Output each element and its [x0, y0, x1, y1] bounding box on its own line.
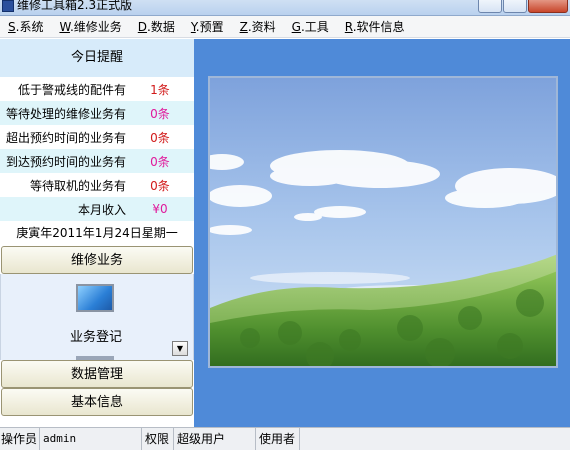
window-buttons — [478, 0, 568, 13]
menu-preset[interactable]: Y.预置 — [183, 16, 232, 38]
menu-system[interactable]: S.系统 — [0, 16, 51, 38]
next-item-icon — [76, 356, 114, 360]
menu-data[interactable]: D.数据 — [130, 16, 183, 38]
menu-tools-key: G — [291, 19, 301, 34]
reminder-row-due: 到达预约时间的业务有 0条 — [0, 149, 194, 173]
menu-software-label: .软件信息 — [352, 19, 405, 34]
maximize-button[interactable] — [503, 0, 527, 13]
reminder-row-overdue: 超出预约时间的业务有 0条 — [0, 125, 194, 149]
reminder-value[interactable]: 0条 — [130, 153, 190, 170]
reminder-label: 本月收入 — [77, 202, 126, 217]
reminder-label: 等待处理的维修业务有 — [5, 106, 126, 121]
permission-label: 权限 — [142, 427, 174, 450]
close-button[interactable] — [528, 0, 568, 13]
menu-repair-label: .维修业务 — [69, 19, 122, 34]
menu-tools-label: .工具 — [300, 19, 329, 34]
repair-business-group-button[interactable]: 维修业务 — [1, 246, 193, 274]
repair-business-group-area: 业务登记 ▼ — [0, 274, 194, 360]
app-icon — [2, 0, 14, 12]
menu-data-key: D — [137, 19, 148, 34]
operator-value: admin — [40, 427, 142, 450]
reminder-value[interactable]: 1条 — [130, 81, 190, 98]
operator-label: 操作员 — [0, 427, 40, 450]
reminder-value[interactable]: 0条 — [130, 129, 190, 146]
window-title: 维修工具箱2.3正式版 — [17, 0, 133, 12]
menu-data-label: .数据 — [147, 19, 175, 34]
reminder-label: 低于警戒线的配件有 — [17, 82, 126, 97]
current-date: 庚寅年2011年1月24日星期一 — [0, 221, 194, 246]
reminder-label: 到达预约时间的业务有 — [5, 154, 126, 169]
reminder-label: 等待取机的业务有 — [29, 178, 126, 193]
landscape-image — [208, 76, 558, 368]
menu-preset-label: .预置 — [195, 19, 224, 34]
reminder-row-pending: 等待处理的维修业务有 0条 — [0, 101, 194, 125]
main-content-area — [194, 39, 570, 427]
today-reminder-header: 今日提醒 — [0, 39, 194, 77]
monitor-icon[interactable] — [76, 284, 114, 312]
permission-value: 超级用户 — [174, 427, 256, 450]
menu-software-key: R — [344, 19, 353, 34]
status-bar: 操作员 admin 权限 超级用户 使用者 — [0, 427, 570, 450]
menu-system-key: S — [8, 19, 16, 34]
menu-tools[interactable]: G.工具 — [284, 16, 337, 38]
title-bar: 维修工具箱2.3正式版 — [0, 0, 570, 16]
reminder-row-income: 本月收入 ¥0 — [0, 197, 194, 221]
menu-repair-business[interactable]: W.维修业务 — [51, 16, 129, 38]
reminder-value[interactable]: 0条 — [130, 105, 190, 122]
reminder-row-low-stock: 低于警戒线的配件有 1条 — [0, 77, 194, 101]
reminder-value: ¥0 — [152, 202, 168, 216]
menu-bar: S.系统 W.维修业务 D.数据 Y.预置 Z.资料 G.工具 R.软件信息 — [0, 16, 570, 38]
menu-repair-key: W — [59, 19, 70, 34]
minimize-button[interactable] — [478, 0, 502, 13]
user-label: 使用者 — [256, 427, 300, 450]
menu-software-info[interactable]: R.软件信息 — [337, 16, 413, 38]
data-management-group-button[interactable]: 数据管理 — [1, 360, 193, 388]
scroll-down-button[interactable]: ▼ — [172, 341, 188, 356]
menu-resources[interactable]: Z.资料 — [232, 16, 284, 38]
reminder-label: 超出预约时间的业务有 — [5, 130, 126, 145]
basic-info-group-button[interactable]: 基本信息 — [1, 388, 193, 416]
business-register-label[interactable]: 业务登记 — [1, 326, 191, 345]
reminder-row-pickup: 等待取机的业务有 0条 — [0, 173, 194, 197]
reminder-value[interactable]: 0条 — [130, 177, 190, 194]
menu-resources-key: Z — [239, 19, 248, 34]
reminder-list: 低于警戒线的配件有 1条 等待处理的维修业务有 0条 超出预约时间的业务有 0条… — [0, 77, 194, 221]
menu-resources-label: .资料 — [247, 19, 276, 34]
menu-system-label: .系统 — [15, 19, 44, 34]
left-panel: 今日提醒 低于警戒线的配件有 1条 等待处理的维修业务有 0条 超出预约时间的业… — [0, 39, 194, 427]
user-value — [300, 428, 570, 450]
